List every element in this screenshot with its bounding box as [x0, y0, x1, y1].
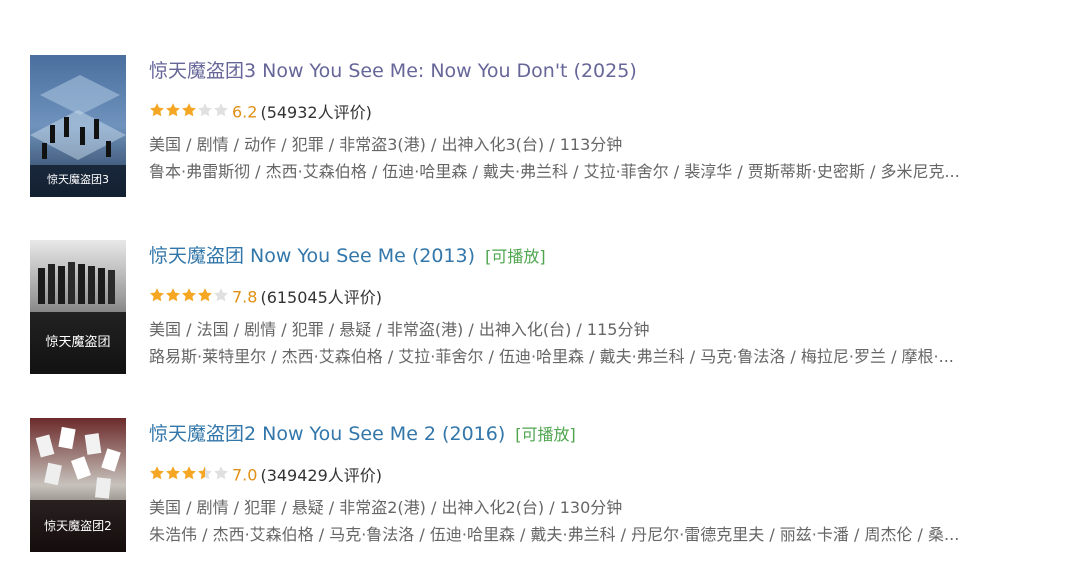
rating-votes: (615045人评价)	[260, 287, 383, 307]
playable-badge[interactable]: [可播放]	[485, 247, 546, 266]
rating-votes: (349429人评价)	[260, 465, 383, 485]
star-icon	[214, 287, 228, 301]
movie-title-link[interactable]: 惊天魔盗团2 Now You See Me 2 (2016)	[149, 423, 505, 445]
star-icon	[182, 102, 196, 116]
movie-title-link[interactable]: 惊天魔盗团 Now You See Me (2013)	[149, 245, 475, 267]
rating-row: 7.8 (615045人评价)	[149, 285, 382, 309]
poster-text: 惊天魔盗团2	[44, 518, 112, 533]
movie-cast: 鲁本·弗雷斯彻 / 杰西·艾森伯格 / 伍迪·哈里森 / 戴夫·弗兰科 / 艾拉…	[149, 162, 960, 181]
list-item: 惊天魔盗团3 惊天魔盗团3 Now You See Me: Now You Do…	[30, 55, 1060, 197]
stars-svg	[150, 287, 228, 301]
star-icon	[198, 287, 212, 301]
movie-meta: 美国 / 法国 / 剧情 / 犯罪 / 悬疑 / 非常盗(港) / 出神入化(台…	[149, 320, 650, 339]
movie-cast: 路易斯·莱特里尔 / 杰西·艾森伯格 / 艾拉·菲舍尔 / 伍迪·哈里森 / 戴…	[149, 347, 954, 366]
list-item: 惊天魔盗团 惊天魔盗团 Now You See Me (2013) [可播放] …	[30, 240, 1060, 382]
rating-row: 7.0 (349429人评价)	[149, 463, 382, 487]
star-icon	[150, 465, 164, 479]
movie-cast: 朱浩伟 / 杰西·艾森伯格 / 马克·鲁法洛 / 伍迪·哈里森 / 戴夫·弗兰科…	[149, 525, 960, 544]
star-icon	[166, 287, 180, 301]
title-row: 惊天魔盗团2 Now You See Me 2 (2016) [可播放]	[149, 421, 576, 448]
star-icon	[166, 102, 180, 116]
movie-poster-2[interactable]: 惊天魔盗团	[30, 240, 126, 382]
star-icon	[214, 465, 228, 479]
stars-svg	[150, 102, 228, 116]
movie-meta: 美国 / 剧情 / 动作 / 犯罪 / 非常盗3(港) / 出神入化3(台) /…	[149, 135, 623, 154]
movie-title-link[interactable]: 惊天魔盗团3 Now You See Me: Now You Don't (20…	[149, 60, 637, 82]
star-icon	[182, 465, 196, 479]
rating-votes: (54932人评价)	[260, 102, 372, 122]
title-row: 惊天魔盗团 Now You See Me (2013) [可播放]	[149, 243, 546, 270]
title-row: 惊天魔盗团3 Now You See Me: Now You Don't (20…	[149, 58, 641, 85]
rating-score: 6.2	[232, 102, 258, 122]
star-icon	[150, 287, 164, 301]
star-icon	[198, 102, 212, 116]
stars-svg	[150, 465, 228, 479]
rating-stars-icon	[149, 464, 229, 488]
rating-stars-icon	[149, 286, 229, 310]
star-icon	[182, 287, 196, 301]
list-item: 惊天魔盗团2 惊天魔盗团2 Now You See Me 2 (2016) [可…	[30, 418, 1060, 560]
rating-score: 7.8	[232, 287, 258, 307]
star-icon	[214, 102, 228, 116]
movie-poster-icon: 惊天魔盗团3	[30, 55, 126, 197]
movie-poster-icon: 惊天魔盗团	[30, 240, 126, 374]
star-icon	[150, 102, 164, 116]
movie-meta: 美国 / 剧情 / 犯罪 / 悬疑 / 非常盗2(港) / 出神入化2(台) /…	[149, 498, 623, 517]
rating-score: 7.0	[232, 465, 258, 485]
playable-badge[interactable]: [可播放]	[515, 425, 576, 444]
rating-row: 6.2 (54932人评价)	[149, 100, 372, 124]
star-icon	[166, 465, 180, 479]
movie-poster-3[interactable]: 惊天魔盗团2	[30, 418, 126, 560]
poster-text: 惊天魔盗团3	[47, 172, 109, 186]
rating-stars-icon	[149, 101, 229, 125]
movie-poster-1[interactable]: 惊天魔盗团3	[30, 55, 126, 197]
poster-text: 惊天魔盗团	[45, 334, 110, 350]
star-icon	[198, 465, 212, 479]
movie-poster-icon: 惊天魔盗团2	[30, 418, 126, 552]
